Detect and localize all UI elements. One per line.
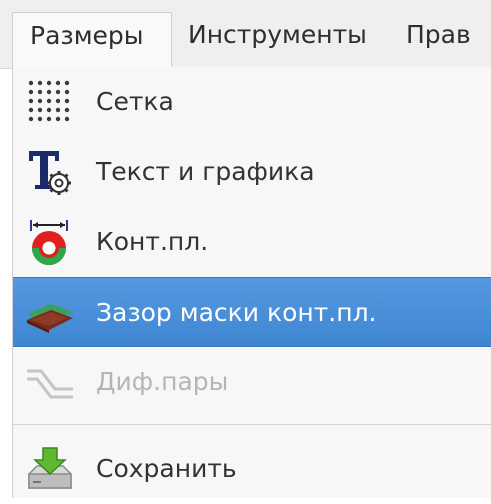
save-icon: [25, 444, 75, 494]
menu-item-label: Текст и графика: [96, 157, 315, 186]
menu-tools[interactable]: Инструменты: [188, 12, 367, 68]
menu-edit[interactable]: Прав: [406, 12, 471, 68]
menu-item-pad-mask-clearance[interactable]: Зазор маски конт.пл.: [13, 277, 491, 347]
menu-bar: Размеры Инструменты Прав: [0, 0, 491, 69]
diff-pair-icon: [25, 357, 75, 407]
mask-layers-icon: [25, 288, 75, 338]
grid-dots-icon: [25, 77, 75, 127]
dimensions-dropdown-menu: Сетка Текст и графика Конт.пл. Зазор мас…: [12, 67, 491, 498]
menu-item-label: Сохранить: [96, 454, 237, 483]
menu-item-pad[interactable]: Конт.пл.: [13, 207, 491, 277]
menu-item-grid[interactable]: Сетка: [13, 67, 491, 137]
menu-item-label: Зазор маски конт.пл.: [96, 298, 377, 327]
menu-item-text-graphics[interactable]: Текст и графика: [13, 137, 491, 207]
menu-item-label: Диф.пары: [96, 367, 229, 396]
menu-dimensions[interactable]: Размеры: [12, 12, 172, 68]
menu-item-label: Сетка: [96, 87, 174, 116]
menu-item-diff-pairs: Диф.пары: [13, 347, 491, 417]
menu-item-label: Конт.пл.: [96, 227, 209, 256]
menu-item-save[interactable]: Сохранить: [13, 434, 491, 504]
menu-separator: [13, 424, 491, 425]
text-settings-icon: [25, 147, 75, 197]
pad-icon: [25, 217, 75, 267]
